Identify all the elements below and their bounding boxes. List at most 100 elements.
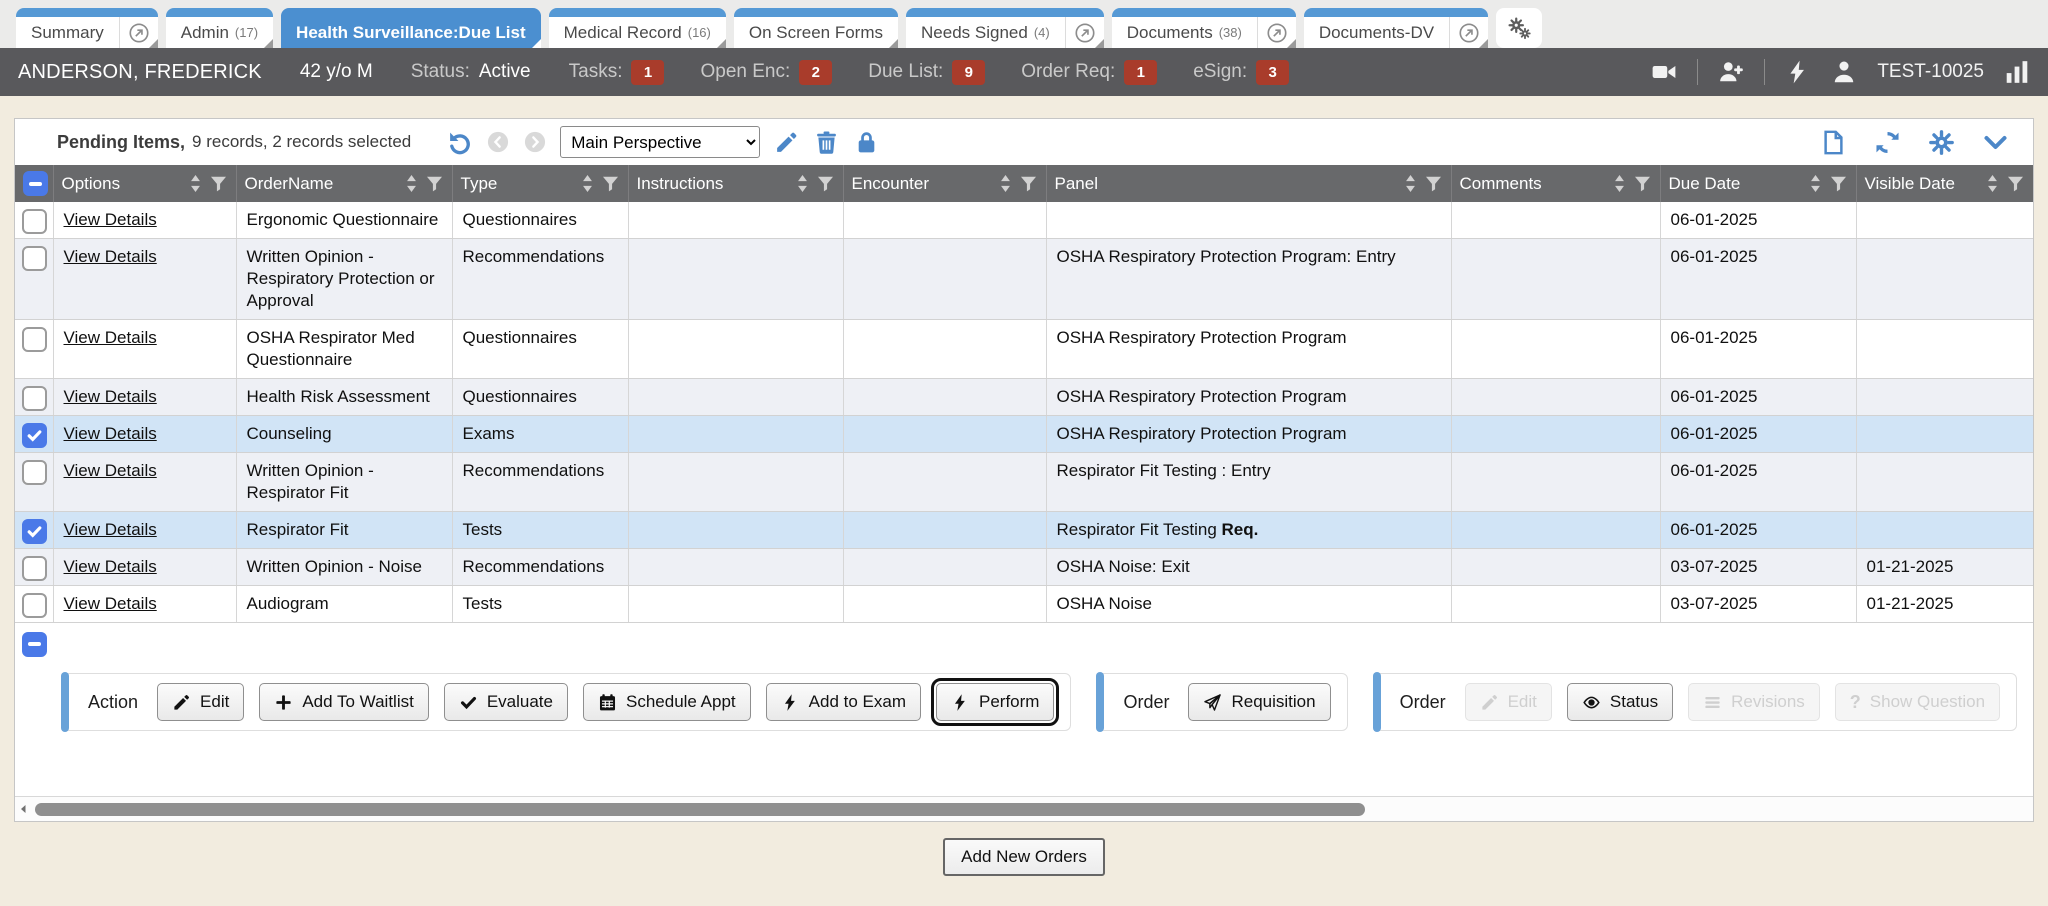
counter-order-req[interactable]: Order Req:1 bbox=[1021, 60, 1157, 85]
tab-summary[interactable]: Summary bbox=[16, 8, 158, 48]
scroll-left-arrow-icon[interactable] bbox=[15, 803, 33, 815]
funnel-icon[interactable] bbox=[816, 174, 835, 193]
chevron-circle-left-icon bbox=[487, 131, 509, 153]
row-checkbox[interactable] bbox=[22, 460, 47, 485]
add-new-orders-button[interactable]: Add New Orders bbox=[943, 838, 1105, 876]
sort-icon[interactable] bbox=[999, 173, 1012, 194]
sort-icon[interactable] bbox=[1404, 173, 1417, 194]
person-add-icon[interactable] bbox=[1718, 59, 1744, 85]
status-button[interactable]: Status bbox=[1567, 683, 1673, 721]
select-all-footer-checkbox[interactable] bbox=[22, 632, 47, 657]
cell-panel: Respirator Fit Testing : Entry bbox=[1046, 453, 1451, 512]
patient-age-sex: 42 y/o M bbox=[300, 61, 373, 83]
column-header-ordername[interactable]: OrderName bbox=[236, 165, 452, 202]
add-to-exam-button[interactable]: Add to Exam bbox=[766, 683, 921, 721]
chevron-circle-left-button[interactable] bbox=[487, 131, 509, 153]
view-details-link[interactable]: View Details bbox=[64, 557, 157, 576]
row-checkbox[interactable] bbox=[22, 423, 47, 448]
view-details-link[interactable]: View Details bbox=[64, 594, 157, 613]
funnel-icon[interactable] bbox=[1019, 174, 1038, 193]
funnel-icon[interactable] bbox=[425, 174, 444, 193]
horizontal-scrollbar[interactable] bbox=[15, 796, 2033, 821]
tab-health-surveillance-due-list[interactable]: Health Surveillance:Due List bbox=[281, 8, 541, 48]
bolt-icon[interactable] bbox=[1785, 59, 1811, 85]
add-to-waitlist-button[interactable]: Add To Waitlist bbox=[259, 683, 429, 721]
row-checkbox[interactable] bbox=[22, 386, 47, 411]
tab-on-screen-forms[interactable]: On Screen Forms bbox=[734, 8, 898, 48]
chevron-circle-right-button[interactable] bbox=[524, 131, 546, 153]
funnel-icon[interactable] bbox=[1424, 174, 1443, 193]
view-details-link[interactable]: View Details bbox=[64, 328, 157, 347]
cell-comments bbox=[1451, 202, 1660, 239]
requisition-button[interactable]: Requisition bbox=[1188, 683, 1330, 721]
row-checkbox[interactable] bbox=[22, 519, 47, 544]
view-details-link[interactable]: View Details bbox=[64, 210, 157, 229]
funnel-icon[interactable] bbox=[1633, 174, 1652, 193]
perform-button[interactable]: Perform bbox=[936, 683, 1054, 721]
column-header-comments[interactable]: Comments bbox=[1451, 165, 1660, 202]
column-header-due-date[interactable]: Due Date bbox=[1660, 165, 1856, 202]
perspective-select[interactable]: Main Perspective bbox=[560, 126, 760, 158]
schedule-appt-button[interactable]: Schedule Appt bbox=[583, 683, 751, 721]
bar-chart-icon[interactable] bbox=[2004, 59, 2030, 85]
patient-name: ANDERSON, FREDERICK bbox=[18, 61, 262, 84]
edit-button[interactable]: Edit bbox=[157, 683, 244, 721]
undo-button[interactable] bbox=[447, 130, 472, 155]
sort-icon[interactable] bbox=[189, 173, 202, 194]
view-details-link[interactable]: View Details bbox=[64, 520, 157, 539]
video-camera-icon[interactable] bbox=[1651, 59, 1677, 85]
row-checkbox[interactable] bbox=[22, 556, 47, 581]
column-header-options[interactable]: Options bbox=[53, 165, 236, 202]
select-all-checkbox[interactable] bbox=[23, 171, 48, 196]
scrollbar-thumb[interactable] bbox=[35, 803, 1365, 816]
counter-esign[interactable]: eSign:3 bbox=[1193, 60, 1289, 85]
pencil-button[interactable] bbox=[774, 130, 799, 155]
funnel-icon[interactable] bbox=[209, 174, 228, 193]
tab-popout-button[interactable] bbox=[1449, 17, 1488, 48]
tab-popout-button[interactable] bbox=[1257, 17, 1296, 48]
funnel-icon[interactable] bbox=[1829, 174, 1848, 193]
sort-icon[interactable] bbox=[405, 173, 418, 194]
view-details-link[interactable]: View Details bbox=[64, 247, 157, 266]
column-header-panel[interactable]: Panel bbox=[1046, 165, 1451, 202]
row-checkbox[interactable] bbox=[22, 327, 47, 352]
tab-settings-button[interactable] bbox=[1496, 8, 1542, 48]
evaluate-button[interactable]: Evaluate bbox=[444, 683, 568, 721]
refresh-button[interactable] bbox=[1874, 129, 1901, 156]
cell-panel: OSHA Respiratory Protection Program bbox=[1046, 320, 1451, 379]
view-details-link[interactable]: View Details bbox=[64, 461, 157, 480]
new-page-button[interactable] bbox=[1820, 129, 1847, 156]
button-label: Edit bbox=[1508, 692, 1537, 712]
row-checkbox[interactable] bbox=[22, 209, 47, 234]
tab-medical-record[interactable]: Medical Record(16) bbox=[549, 8, 726, 48]
view-details-link[interactable]: View Details bbox=[64, 424, 157, 443]
funnel-icon[interactable] bbox=[601, 174, 620, 193]
sort-icon[interactable] bbox=[1809, 173, 1822, 194]
counter-due-list[interactable]: Due List:9 bbox=[868, 60, 985, 85]
lock-button[interactable] bbox=[854, 130, 879, 155]
tab-popout-button[interactable] bbox=[1065, 17, 1104, 48]
sort-icon[interactable] bbox=[1986, 173, 1999, 194]
tab-needs-signed[interactable]: Needs Signed(4) bbox=[906, 8, 1104, 48]
tab-popout-button[interactable] bbox=[119, 17, 158, 48]
tab-documents[interactable]: Documents(38) bbox=[1112, 8, 1296, 48]
gear-button[interactable] bbox=[1928, 129, 1955, 156]
row-checkbox[interactable] bbox=[22, 246, 47, 271]
counter-tasks[interactable]: Tasks:1 bbox=[569, 60, 665, 85]
funnel-icon[interactable] bbox=[2006, 174, 2025, 193]
column-header-encounter[interactable]: Encounter bbox=[843, 165, 1046, 202]
chevron-down-button[interactable] bbox=[1982, 129, 2009, 156]
view-details-link[interactable]: View Details bbox=[64, 387, 157, 406]
column-header-instructions[interactable]: Instructions bbox=[628, 165, 843, 202]
status-label: Status: bbox=[411, 61, 470, 83]
tab-documents-dv[interactable]: Documents-DV bbox=[1304, 8, 1488, 48]
sort-icon[interactable] bbox=[796, 173, 809, 194]
trash-button[interactable] bbox=[814, 130, 839, 155]
column-header-type[interactable]: Type bbox=[452, 165, 628, 202]
sort-icon[interactable] bbox=[581, 173, 594, 194]
tab-admin[interactable]: Admin(17) bbox=[166, 8, 273, 48]
sort-icon[interactable] bbox=[1613, 173, 1626, 194]
counter-open-enc[interactable]: Open Enc:2 bbox=[700, 60, 832, 85]
row-checkbox[interactable] bbox=[22, 593, 47, 618]
column-header-visible-date[interactable]: Visible Date bbox=[1856, 165, 2033, 202]
